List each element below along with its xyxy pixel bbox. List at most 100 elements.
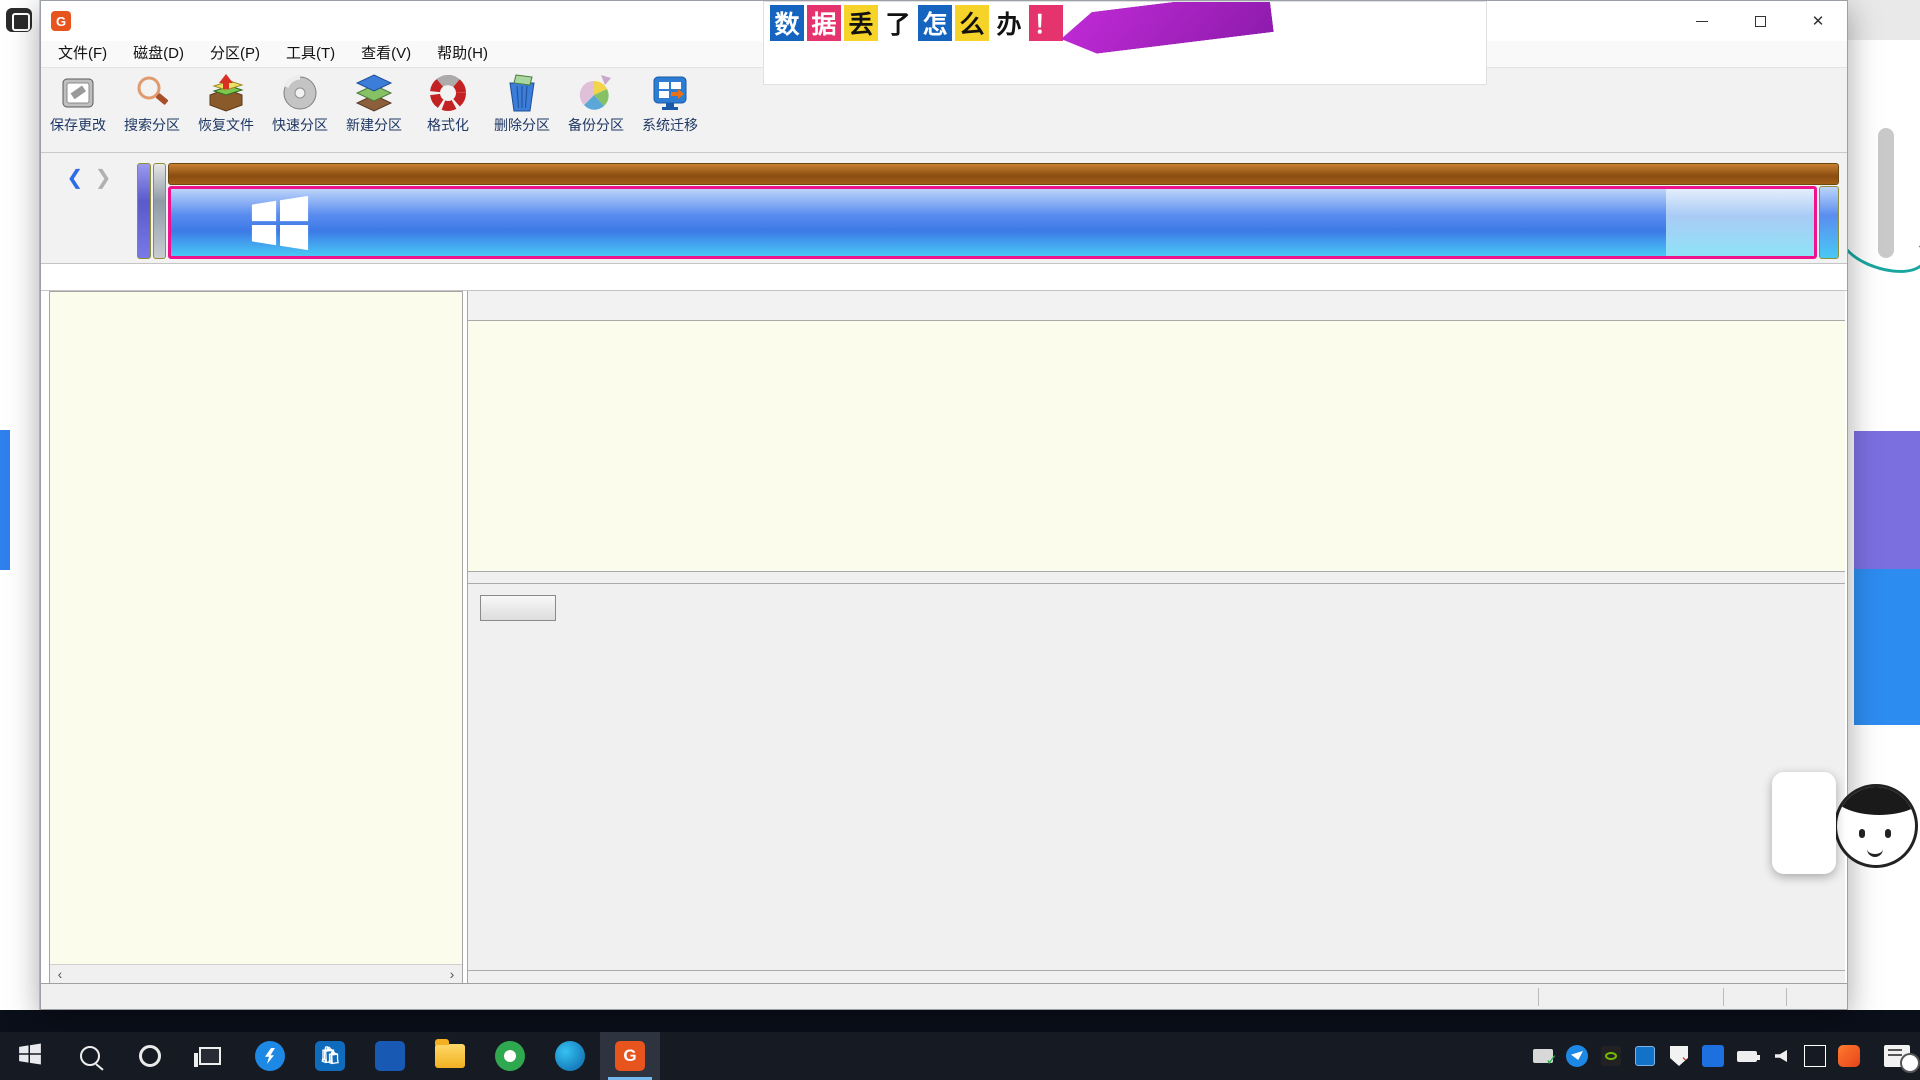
menu-item-1[interactable]: 磁盘(D) xyxy=(120,41,197,67)
tray-intel-graphics-icon[interactable] xyxy=(1634,1045,1656,1067)
banner-tile-4: 怎 xyxy=(918,5,952,41)
tray-printer-icon[interactable] xyxy=(1532,1045,1554,1067)
tray-snowflake-icon[interactable] xyxy=(1702,1045,1724,1067)
taskbar-store-app[interactable]: 🛍 xyxy=(300,1032,360,1080)
diskgenius-taskbar-icon: G xyxy=(615,1041,645,1071)
ad-banner[interactable]: 数据丢了怎么办！ xyxy=(763,1,1487,85)
toolbar-new-partition[interactable]: 新建分区 xyxy=(337,68,411,135)
gpt-header-band xyxy=(168,163,1839,185)
thunder-icon xyxy=(255,1041,285,1071)
recover-files-icon xyxy=(206,73,246,113)
banner-headline: 数据丢了怎么办！ xyxy=(770,5,1063,41)
taskbar: 🛍 G xyxy=(0,1032,1920,1080)
tray-dingtalk-icon[interactable] xyxy=(1566,1045,1588,1067)
toolbar-delete-partition[interactable]: 删除分区 xyxy=(485,68,559,135)
system-migration-icon xyxy=(650,73,690,113)
save-changes-icon xyxy=(58,73,98,113)
search-icon xyxy=(80,1046,100,1066)
cortana-button[interactable] xyxy=(120,1032,180,1080)
minimize-button[interactable] xyxy=(1673,1,1731,41)
toolbar-system-migration[interactable]: 系统迁移 xyxy=(633,68,707,135)
edge-icon xyxy=(555,1041,585,1071)
wallpaper-blue-block xyxy=(1854,569,1920,725)
taskbar-file-explorer[interactable] xyxy=(420,1032,480,1080)
taskbar-search-button[interactable] xyxy=(60,1032,120,1080)
tray-chevron-up-icon[interactable] xyxy=(1498,1045,1520,1067)
toolbar-quick-partition[interactable]: 快速分区 xyxy=(263,68,337,135)
start-button[interactable] xyxy=(0,1032,60,1080)
banner-tile-2: 丢 xyxy=(844,5,878,41)
prev-disk-arrow-icon[interactable]: ❮ xyxy=(66,167,83,189)
tray-nvidia-icon[interactable] xyxy=(1600,1045,1622,1067)
toolbar-button-label: 保存更改 xyxy=(50,115,106,135)
search-partition-icon xyxy=(132,73,172,113)
menu-item-0[interactable]: 文件(F) xyxy=(45,41,120,67)
menu-item-4[interactable]: 查看(V) xyxy=(348,41,424,67)
status-bar xyxy=(41,983,1847,1009)
tray-security-shield-icon[interactable] xyxy=(1668,1045,1690,1067)
task-view-icon xyxy=(199,1047,221,1065)
partition-detail-panel xyxy=(467,291,1845,985)
ime-sticker-face xyxy=(1834,776,1920,876)
background-blue-block xyxy=(0,430,10,570)
menu-item-3[interactable]: 工具(T) xyxy=(273,41,348,67)
tabs-bar xyxy=(468,291,1845,321)
taskbar-diskgenius-app[interactable]: G xyxy=(600,1032,660,1080)
taskbar-word-app[interactable] xyxy=(360,1032,420,1080)
ime-status-widget[interactable] xyxy=(1772,772,1836,874)
banner-tile-3: 了 xyxy=(881,5,915,41)
partition-tree-panel: ‹ › xyxy=(49,291,463,985)
notification-badge xyxy=(1900,1053,1920,1073)
toolbar-button-label: 系统迁移 xyxy=(642,115,698,135)
diskgenius-window: G ✕ 文件(F)磁盘(D)分区(P)工具(T)查看(V)帮助(H) 保存更改搜… xyxy=(40,0,1848,1010)
toolbar-button-label: 格式化 xyxy=(427,115,469,135)
toolbar-search-partition[interactable]: 搜索分区 xyxy=(115,68,189,135)
tray-ime-indicator[interactable] xyxy=(1804,1045,1826,1067)
windows-start-icon xyxy=(18,1042,42,1071)
next-disk-arrow-icon[interactable]: ❯ xyxy=(95,167,112,189)
store-icon: 🛍 xyxy=(315,1041,345,1071)
partition-block-esp[interactable] xyxy=(137,163,151,259)
partition-label xyxy=(171,189,1814,256)
toolbar-button-label: 删除分区 xyxy=(494,115,550,135)
tree-horizontal-scrollbar[interactable]: ‹ › xyxy=(50,964,462,984)
taskbar-edge-app[interactable] xyxy=(540,1032,600,1080)
toolbar-button-label: 搜索分区 xyxy=(124,115,180,135)
task-view-button[interactable] xyxy=(180,1032,240,1080)
taskbar-thunder-app[interactable] xyxy=(240,1032,300,1080)
browser-360-icon xyxy=(495,1041,525,1071)
svg-text:G: G xyxy=(56,14,66,29)
maximize-button[interactable] xyxy=(1731,1,1789,41)
scroll-right-icon[interactable]: › xyxy=(442,965,462,984)
toolbar-backup-partition[interactable]: 备份分区 xyxy=(559,68,633,135)
close-button[interactable]: ✕ xyxy=(1789,1,1847,41)
tray-sogou-icon[interactable] xyxy=(1838,1045,1860,1067)
word-icon xyxy=(375,1041,405,1071)
wallpaper-dark-strip xyxy=(0,1010,1920,1032)
taskbar-360-browser[interactable] xyxy=(480,1032,540,1080)
details-separator xyxy=(468,583,1845,584)
toolbar-format[interactable]: 格式化 xyxy=(411,68,485,135)
sticker-eye xyxy=(1885,829,1891,838)
menu-item-2[interactable]: 分区(P) xyxy=(197,41,273,67)
background-close-icon[interactable] xyxy=(1848,0,1920,40)
tray-volume-icon[interactable] xyxy=(1770,1045,1792,1067)
toolbar-save-changes[interactable]: 保存更改 xyxy=(41,68,115,135)
toolbar-button-label: 快速分区 xyxy=(272,115,328,135)
scroll-left-icon[interactable]: ‹ xyxy=(50,965,70,984)
partition-block-re-tools[interactable] xyxy=(1819,186,1839,259)
toolbar-recover-files[interactable]: 恢复文件 xyxy=(189,68,263,135)
menu-item-5[interactable]: 帮助(H) xyxy=(424,41,501,67)
diskgenius-app-icon: G xyxy=(51,11,71,31)
screen: G ✕ 文件(F)磁盘(D)分区(P)工具(T)查看(V)帮助(H) 保存更改搜… xyxy=(0,0,1920,1080)
backup-partition-icon xyxy=(576,73,616,113)
tray-battery-icon[interactable] xyxy=(1736,1045,1758,1067)
banner-tile-0: 数 xyxy=(770,5,804,41)
partition-block-windows-c[interactable] xyxy=(168,186,1817,259)
partition-block-msr[interactable] xyxy=(153,163,166,259)
action-center-button[interactable] xyxy=(1884,1045,1910,1067)
banner-tile-7: ！ xyxy=(1029,5,1063,41)
file-explorer-icon xyxy=(435,1044,465,1068)
disk-graphic-panel: ❮ ❯ xyxy=(41,153,1847,263)
analyze-button[interactable] xyxy=(480,595,556,621)
